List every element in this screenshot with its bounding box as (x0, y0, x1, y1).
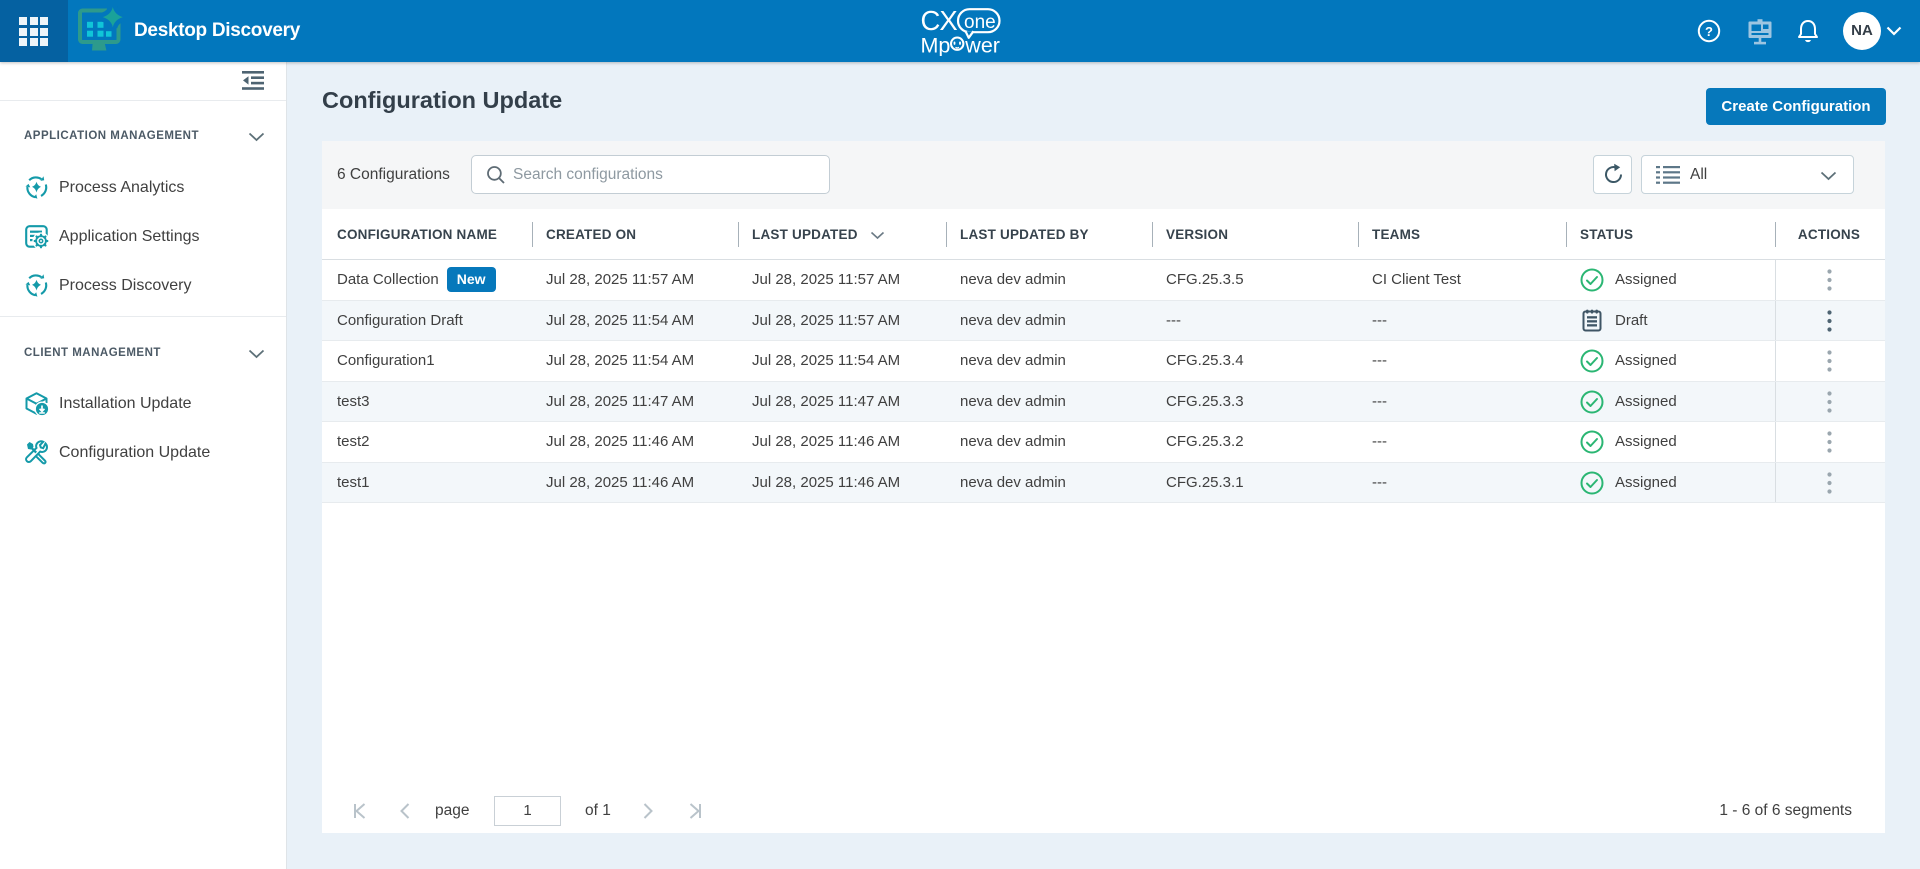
svg-text:one: one (964, 12, 996, 33)
svg-text:CX: CX (921, 8, 958, 36)
svg-text:?: ? (1705, 24, 1713, 39)
svg-text:Mp: Mp (921, 33, 951, 56)
svg-text:wer: wer (964, 33, 1000, 56)
